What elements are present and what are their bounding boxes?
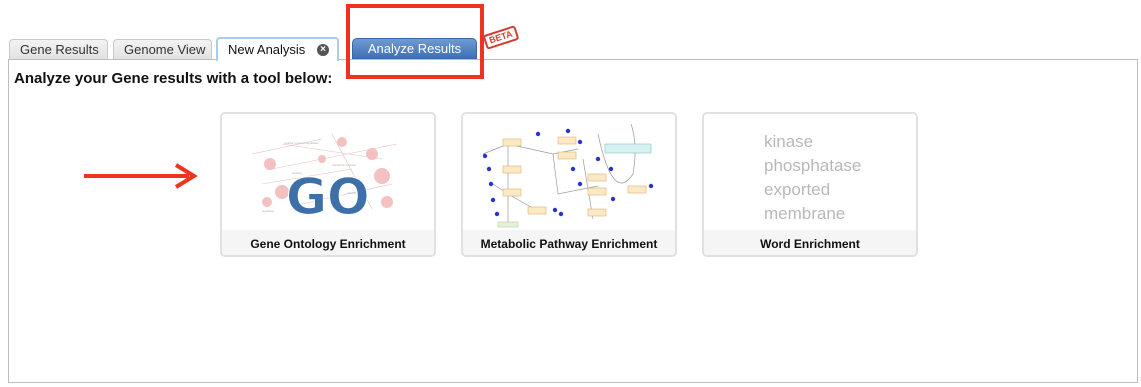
pathway-thumbnail	[482, 123, 654, 228]
thumb-word: kinase	[764, 132, 814, 151]
svg-text:signaling: signaling	[262, 209, 274, 213]
arrow-right-icon	[84, 163, 198, 189]
tool-card-word-enrichment[interactable]: kinase phosphatase exported membrane Wor…	[702, 112, 918, 257]
tab-bar: Gene Results Genome View New Analysis × …	[0, 0, 1141, 62]
page-heading: Analyze your Gene results with a tool be…	[14, 70, 333, 87]
tool-label: Metabolic Pathway Enrichment	[463, 230, 675, 255]
tool-label: Word Enrichment	[704, 230, 916, 255]
go-network-thumbnail: cellular process regulation metabolic pr…	[251, 133, 398, 227]
tab-genome-view[interactable]: Genome View	[113, 39, 212, 59]
svg-text:metabolic process: metabolic process	[332, 163, 357, 167]
go-thumb-text: GO	[286, 168, 370, 226]
tab-new-analysis[interactable]: New Analysis ×	[216, 37, 339, 61]
beta-badge: BETA	[482, 25, 520, 50]
thumb-word: membrane	[764, 204, 846, 223]
close-icon[interactable]: ×	[317, 44, 329, 56]
highlight-box	[346, 4, 484, 79]
tool-card-gene-ontology[interactable]: cellular process regulation metabolic pr…	[220, 112, 436, 257]
svg-text:cellular process regulation: cellular process regulation	[284, 141, 319, 145]
tool-label: Gene Ontology Enrichment	[222, 230, 434, 255]
thumb-word: phosphatase	[764, 156, 862, 175]
thumb-word: exported	[764, 180, 831, 199]
tab-new-analysis-label: New Analysis	[228, 42, 306, 57]
tab-gene-results[interactable]: Gene Results	[9, 39, 108, 59]
tool-card-metabolic-pathway[interactable]: Metabolic Pathway Enrichment	[461, 112, 677, 257]
word-thumbnail: kinase phosphatase exported membrane	[764, 130, 861, 226]
